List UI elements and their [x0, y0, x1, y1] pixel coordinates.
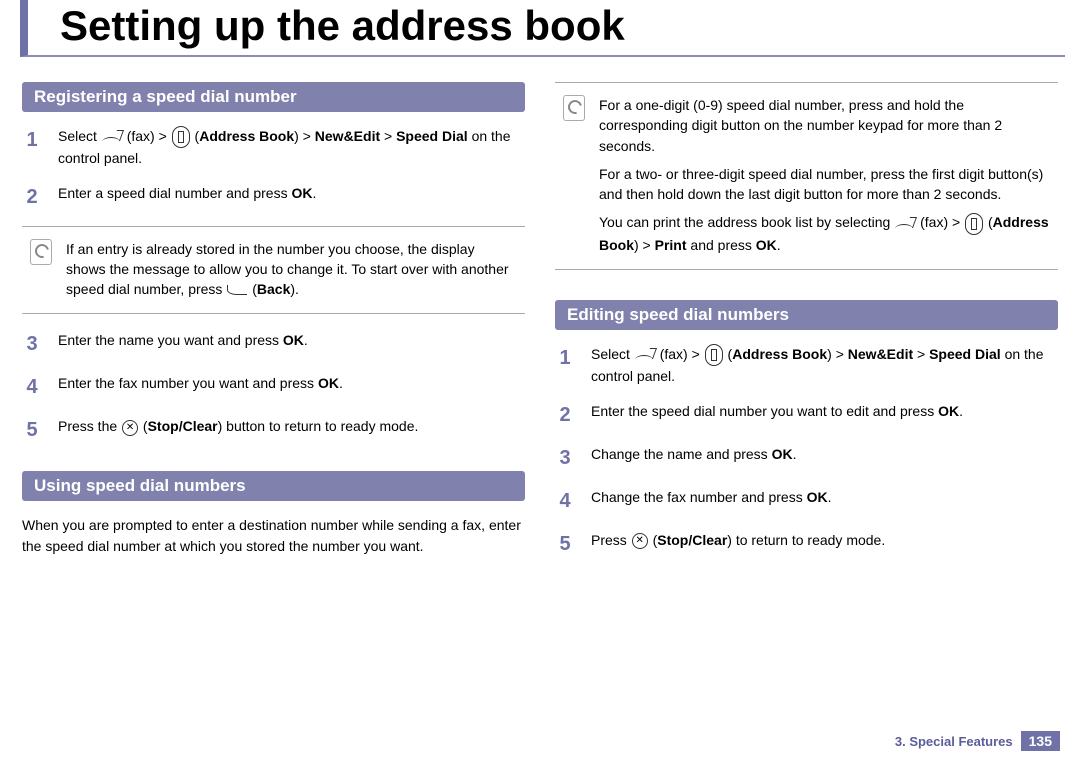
note-p2: For a two- or three-digit speed dial num…: [599, 164, 1050, 205]
section-header-editing: Editing speed dial numbers: [555, 300, 1058, 330]
stop-clear-icon: ✕: [122, 420, 138, 436]
note-icon: [563, 95, 585, 121]
address-book-icon: [705, 344, 723, 366]
right-column: For a one-digit (0-9) speed dial number,…: [555, 82, 1058, 577]
content-columns: Registering a speed dial number 1 Select …: [0, 57, 1080, 577]
step-row: 4 Enter the fax number you want and press…: [22, 373, 525, 402]
fax-icon: [895, 217, 915, 231]
footer-page-number: 135: [1021, 731, 1060, 751]
step-text: Select (fax) > (Address Book) > New&Edit…: [58, 126, 525, 169]
step-text: Enter the name you want and press OK.: [58, 330, 525, 359]
step-text: Change the fax number and press OK.: [591, 487, 1058, 516]
step-text: Change the name and press OK.: [591, 444, 1058, 473]
step-number: 4: [555, 487, 575, 516]
step-row: 2 Enter the speed dial number you want to…: [555, 401, 1058, 430]
step-row: 1 Select (fax) > (Address Book) > New&Edi…: [22, 126, 525, 169]
note-text: If an entry is already stored in the num…: [66, 239, 517, 300]
section-header-using: Using speed dial numbers: [22, 471, 525, 501]
step-text: Enter a speed dial number and press OK.: [58, 183, 525, 212]
step-row: 3 Change the name and press OK.: [555, 444, 1058, 473]
step-text: Press the ✕ (Stop/Clear) button to retur…: [58, 416, 525, 445]
step-number: 2: [22, 183, 42, 212]
step-row: 5 Press ✕ (Stop/Clear) to return to ready…: [555, 530, 1058, 559]
note-box-registering: If an entry is already stored in the num…: [22, 226, 525, 315]
step-row: 4 Change the fax number and press OK.: [555, 487, 1058, 516]
note-p1: For a one-digit (0-9) speed dial number,…: [599, 95, 1050, 156]
step-number: 2: [555, 401, 575, 430]
fax-icon: [635, 348, 655, 362]
note-text: For a one-digit (0-9) speed dial number,…: [599, 95, 1050, 255]
using-intro-text: When you are prompted to enter a destina…: [22, 515, 525, 557]
step-number: 5: [555, 530, 575, 559]
step-number: 1: [22, 126, 42, 169]
page-title: Setting up the address book: [20, 0, 1065, 57]
footer-chapter: 3. Special Features: [895, 734, 1021, 749]
step-row: 1 Select (fax) > (Address Book) > New&Edi…: [555, 344, 1058, 387]
note-icon: [30, 239, 52, 265]
address-book-icon: [965, 213, 983, 235]
left-column: Registering a speed dial number 1 Select …: [22, 82, 525, 577]
step-row: 5 Press the ✕ (Stop/Clear) button to retu…: [22, 416, 525, 445]
step-row: 3 Enter the name you want and press OK.: [22, 330, 525, 359]
note-p3: You can print the address book list by s…: [599, 212, 1050, 255]
step-number: 1: [555, 344, 575, 387]
step-text: Select (fax) > (Address Book) > New&Edit…: [591, 344, 1058, 387]
step-row: 2 Enter a speed dial number and press OK.: [22, 183, 525, 212]
step-text: Press ✕ (Stop/Clear) to return to ready …: [591, 530, 1058, 559]
address-book-icon: [172, 126, 190, 148]
step-text: Enter the fax number you want and press …: [58, 373, 525, 402]
section-header-registering: Registering a speed dial number: [22, 82, 525, 112]
step-text: Enter the speed dial number you want to …: [591, 401, 1058, 430]
fax-icon: [102, 130, 122, 144]
stop-clear-icon: ✕: [632, 533, 648, 549]
page-footer: 3. Special Features 135: [895, 731, 1060, 751]
step-number: 3: [22, 330, 42, 359]
step-number: 5: [22, 416, 42, 445]
back-icon: [227, 285, 247, 295]
step-number: 4: [22, 373, 42, 402]
step-number: 3: [555, 444, 575, 473]
note-box-usage: For a one-digit (0-9) speed dial number,…: [555, 82, 1058, 270]
